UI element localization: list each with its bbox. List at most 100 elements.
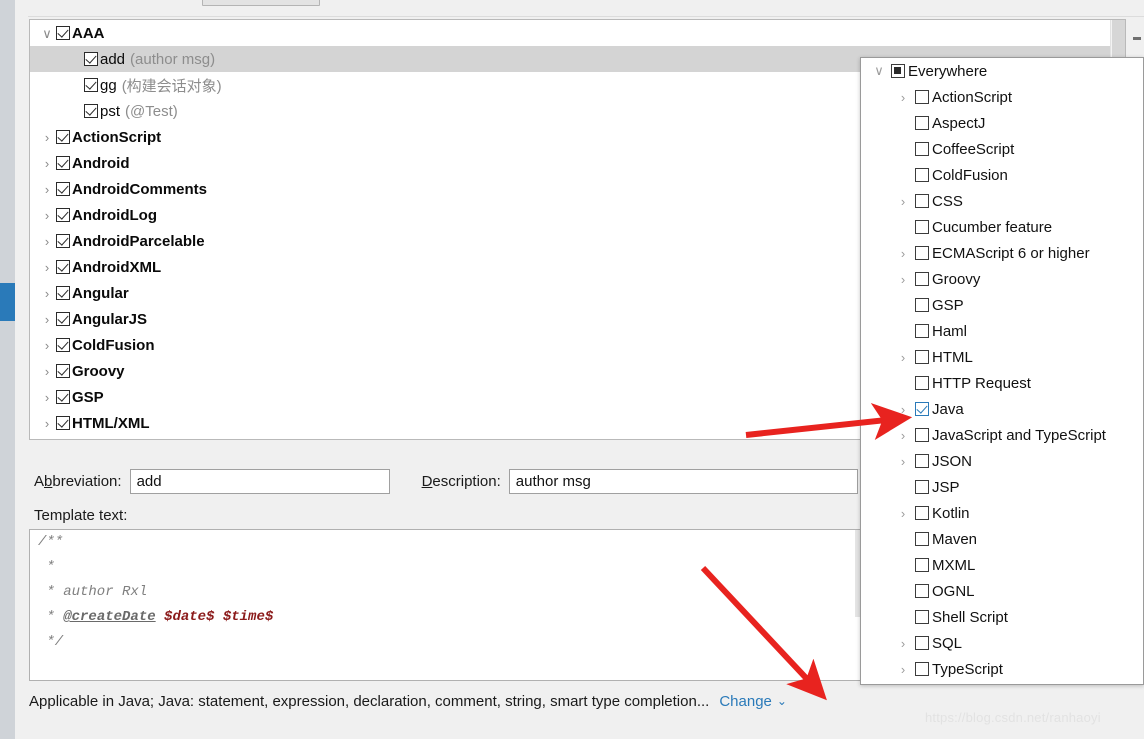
chevron-right-icon[interactable]: › <box>891 506 915 521</box>
context-row[interactable]: › TypeScript <box>861 656 1143 682</box>
checkbox-icon[interactable] <box>56 312 70 326</box>
tree-row[interactable]: ∨ AAA <box>30 20 1125 46</box>
checkbox-icon[interactable] <box>56 286 70 300</box>
checkbox-icon[interactable] <box>56 26 70 40</box>
chevron-right-icon[interactable]: › <box>38 131 56 144</box>
checkbox-icon[interactable] <box>915 272 929 286</box>
chevron-right-icon[interactable]: › <box>38 287 56 300</box>
window-scrollbar-track[interactable] <box>0 0 15 739</box>
checkbox-icon[interactable] <box>915 402 929 416</box>
checkbox-icon[interactable] <box>915 324 929 338</box>
checkbox-icon[interactable] <box>84 52 98 66</box>
checkbox-icon[interactable] <box>915 636 929 650</box>
checkbox-icon[interactable] <box>56 260 70 274</box>
chevron-down-icon[interactable]: ⌄ <box>777 694 787 708</box>
window-scrollbar-thumb[interactable] <box>0 283 15 321</box>
chevron-right-icon[interactable]: › <box>891 194 915 209</box>
context-row[interactable]: Cucumber feature <box>861 214 1143 240</box>
checkbox-icon[interactable] <box>915 350 929 364</box>
description-input[interactable]: author msg <box>508 469 858 494</box>
context-row[interactable]: › HTML <box>861 344 1143 370</box>
template-text-editor[interactable]: /** * * author Rxl * @createDate $date$ … <box>29 529 869 681</box>
partial-top-widget[interactable] <box>202 0 320 6</box>
context-row[interactable]: › JSON <box>861 448 1143 474</box>
checkbox-icon[interactable] <box>915 376 929 390</box>
context-row[interactable]: › CSS <box>861 188 1143 214</box>
checkbox-icon[interactable] <box>56 390 70 404</box>
checkbox-icon[interactable] <box>56 234 70 248</box>
checkbox-icon[interactable] <box>915 116 929 130</box>
chevron-right-icon[interactable]: › <box>891 428 915 443</box>
checkbox-icon[interactable] <box>56 130 70 144</box>
context-row[interactable]: › Groovy <box>861 266 1143 292</box>
contexts-popup[interactable]: ∨ Everywhere › ActionScript AspectJ CoffeeS… <box>860 57 1144 685</box>
context-row[interactable]: ColdFusion <box>861 162 1143 188</box>
chevron-right-icon[interactable]: › <box>891 246 915 261</box>
checkbox-icon[interactable] <box>891 64 905 78</box>
chevron-right-icon[interactable]: › <box>891 454 915 469</box>
checkbox-icon[interactable] <box>56 338 70 352</box>
chevron-right-icon[interactable]: › <box>891 350 915 365</box>
checkbox-icon[interactable] <box>915 142 929 156</box>
chevron-right-icon[interactable]: › <box>38 313 56 326</box>
context-row[interactable]: OGNL <box>861 578 1143 604</box>
context-row[interactable]: › ActionScript <box>861 84 1143 110</box>
checkbox-icon[interactable] <box>915 194 929 208</box>
context-row[interactable]: GSP <box>861 292 1143 318</box>
checkbox-icon[interactable] <box>915 220 929 234</box>
chevron-right-icon[interactable]: › <box>891 636 915 651</box>
chevron-right-icon[interactable]: › <box>38 339 56 352</box>
context-row[interactable]: JSP <box>861 474 1143 500</box>
chevron-right-icon[interactable]: › <box>38 417 56 430</box>
context-row[interactable]: CoffeeScript <box>861 136 1143 162</box>
checkbox-icon[interactable] <box>84 104 98 118</box>
checkbox-icon[interactable] <box>915 532 929 546</box>
chevron-down-icon[interactable]: ∨ <box>867 63 891 79</box>
context-row[interactable]: Shell Script <box>861 604 1143 630</box>
context-row[interactable]: Haml <box>861 318 1143 344</box>
checkbox-icon[interactable] <box>56 416 70 430</box>
abbreviation-input[interactable]: add <box>129 469 390 494</box>
chevron-down-icon[interactable]: ∨ <box>38 27 56 40</box>
context-row[interactable]: › Java <box>861 396 1143 422</box>
context-row[interactable]: › JavaScript and TypeScript <box>861 422 1143 448</box>
checkbox-icon[interactable] <box>915 246 929 260</box>
chevron-right-icon[interactable]: › <box>891 90 915 105</box>
checkbox-icon[interactable] <box>915 584 929 598</box>
checkbox-icon[interactable] <box>915 506 929 520</box>
context-row[interactable]: AspectJ <box>861 110 1143 136</box>
context-row[interactable]: › Kotlin <box>861 500 1143 526</box>
checkbox-icon[interactable] <box>915 90 929 104</box>
chevron-right-icon[interactable]: › <box>38 183 56 196</box>
checkbox-icon[interactable] <box>915 480 929 494</box>
chevron-right-icon[interactable]: › <box>891 272 915 287</box>
change-context-link[interactable]: Change <box>719 693 772 710</box>
checkbox-icon[interactable] <box>84 78 98 92</box>
checkbox-icon[interactable] <box>915 558 929 572</box>
context-row[interactable]: HTTP Request <box>861 370 1143 396</box>
checkbox-icon[interactable] <box>56 364 70 378</box>
checkbox-icon[interactable] <box>56 208 70 222</box>
chevron-right-icon[interactable]: › <box>38 157 56 170</box>
checkbox-icon[interactable] <box>915 610 929 624</box>
chevron-right-icon[interactable]: › <box>38 365 56 378</box>
collapse-dash-icon[interactable] <box>1133 37 1141 40</box>
context-row[interactable]: MXML <box>861 552 1143 578</box>
chevron-right-icon[interactable]: › <box>891 402 915 417</box>
checkbox-icon[interactable] <box>56 182 70 196</box>
chevron-right-icon[interactable]: › <box>38 391 56 404</box>
chevron-right-icon[interactable]: › <box>38 261 56 274</box>
checkbox-icon[interactable] <box>915 168 929 182</box>
checkbox-icon[interactable] <box>915 298 929 312</box>
context-row[interactable]: › SQL <box>861 630 1143 656</box>
chevron-right-icon[interactable]: › <box>38 209 56 222</box>
chevron-right-icon[interactable]: › <box>891 662 915 677</box>
context-row[interactable]: Maven <box>861 526 1143 552</box>
checkbox-icon[interactable] <box>915 454 929 468</box>
context-row[interactable]: › ECMAScript 6 or higher <box>861 240 1143 266</box>
checkbox-icon[interactable] <box>56 156 70 170</box>
checkbox-icon[interactable] <box>915 428 929 442</box>
context-row[interactable]: ∨ Everywhere <box>861 58 1143 84</box>
chevron-right-icon[interactable]: › <box>38 235 56 248</box>
checkbox-icon[interactable] <box>915 662 929 676</box>
